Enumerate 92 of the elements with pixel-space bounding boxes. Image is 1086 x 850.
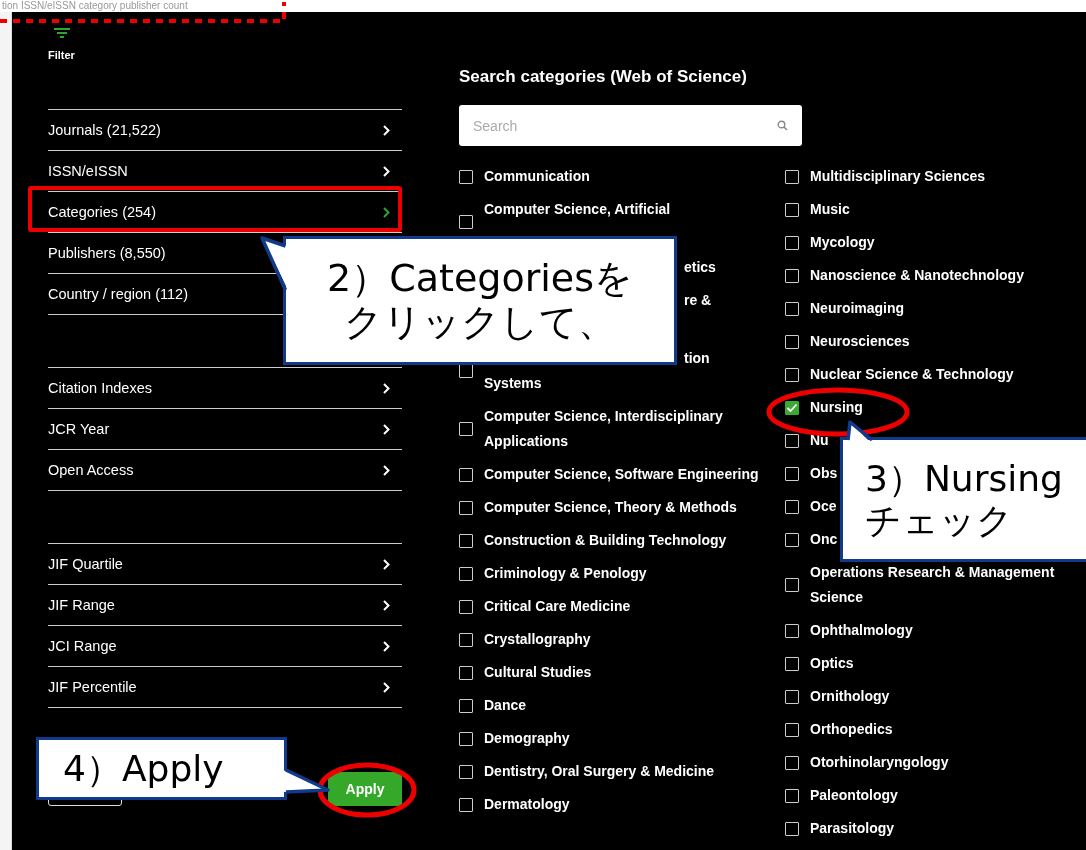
checkbox[interactable]	[459, 599, 473, 614]
checkbox[interactable]	[785, 821, 799, 836]
category-label[interactable]: Criminology & Penology	[484, 561, 647, 586]
search-field[interactable]: Search	[459, 105, 802, 146]
category-label[interactable]: Nu	[810, 428, 829, 453]
checkbox[interactable]	[785, 334, 799, 349]
category-label[interactable]: Nuclear Science & Technology	[810, 362, 1014, 387]
category-label[interactable]: Oce	[810, 494, 837, 519]
checkbox[interactable]	[785, 656, 799, 671]
category-label[interactable]: Orthopedics	[810, 717, 893, 742]
checkbox[interactable]	[459, 698, 473, 713]
checkbox[interactable]	[459, 215, 473, 229]
checkbox[interactable]	[785, 169, 799, 184]
category-label[interactable]: Otorhinolaryngology	[810, 750, 949, 775]
category-label[interactable]: Computer Science, Theory & Methods	[484, 495, 737, 520]
category-label[interactable]: Multidisciplinary Sciences	[810, 164, 986, 189]
checkbox[interactable]	[785, 689, 799, 704]
checkbox[interactable]	[459, 797, 473, 812]
category-label[interactable]: Cultural Studies	[484, 660, 592, 685]
callout-tooltip: 2）Categoriesを クリックして、	[283, 236, 677, 365]
category-label[interactable]: Neurosciences	[810, 329, 910, 354]
category-label[interactable]: Computer Science, Artificial	[484, 197, 671, 222]
filter-menu-item[interactable]: Categories (254)	[48, 192, 402, 233]
checkbox[interactable]	[459, 665, 473, 680]
category-label[interactable]: Ophthalmology	[810, 618, 913, 643]
checkbox[interactable]	[459, 731, 473, 746]
category-label[interactable]: etics	[684, 255, 716, 280]
checkbox[interactable]	[785, 499, 799, 514]
checkbox[interactable]	[785, 367, 799, 382]
filter-menu-item[interactable]: ISSN/eISSN	[48, 151, 402, 192]
callout-pointer	[283, 766, 331, 796]
checkbox[interactable]	[459, 566, 473, 581]
category-label[interactable]: Communication	[484, 164, 590, 189]
category-label[interactable]: Systems	[484, 371, 542, 396]
filter-menu-item[interactable]: JIF Quartile	[48, 544, 402, 585]
category-label[interactable]: Parasitology	[810, 816, 895, 841]
category-label[interactable]: Obs	[810, 461, 838, 486]
checkbox[interactable]	[459, 764, 473, 779]
checkbox[interactable]	[785, 235, 799, 250]
checkbox[interactable]	[459, 467, 473, 482]
category-label[interactable]: Dance	[484, 693, 527, 718]
filter-menu-item[interactable]: Journals (21,522)	[48, 110, 402, 151]
filter-menu-item[interactable]: JIF Range	[48, 585, 402, 626]
category-label[interactable]: Construction & Building Technology	[484, 528, 727, 553]
category-label[interactable]: Nanoscience & Nanotechnology	[810, 263, 1024, 288]
checkbox[interactable]	[785, 202, 799, 217]
filter-label: Filter	[48, 49, 75, 61]
checkbox[interactable]	[459, 533, 473, 548]
category-label[interactable]: Crystallography	[484, 627, 591, 652]
checkbox[interactable]	[785, 466, 799, 481]
filter-menu-item[interactable]: JCI Range	[48, 626, 402, 667]
category-label[interactable]: Optics	[810, 651, 854, 676]
filter-menu-item[interactable]: Open Access	[48, 450, 402, 491]
checkbox[interactable]	[785, 532, 799, 547]
category-label[interactable]: Paleontology	[810, 783, 898, 808]
checkbox[interactable]	[459, 632, 473, 647]
category-label[interactable]: Critical Care Medicine	[484, 594, 631, 619]
checkbox[interactable]	[459, 169, 473, 184]
category-label[interactable]: Dentistry, Oral Surgery & Medicine	[484, 759, 715, 784]
category-label[interactable]: tion	[684, 346, 710, 371]
callout-tooltip: 3）Nursing チェック	[840, 437, 1086, 562]
checkbox[interactable]	[785, 578, 799, 592]
checkbox[interactable]	[459, 422, 473, 436]
search-icon	[777, 120, 788, 131]
category-label[interactable]: Dermatology	[484, 792, 570, 817]
filter-menu-item[interactable]: JCR Year	[48, 409, 402, 450]
checkbox[interactable]	[785, 623, 799, 638]
category-label[interactable]: Neuroimaging	[810, 296, 905, 321]
checkbox[interactable]	[785, 433, 799, 448]
category-label[interactable]: Operations Research & Management Science	[810, 560, 1072, 610]
categories-heading: Search categories (Web of Science)	[459, 67, 747, 87]
filter-menu-item[interactable]: JIF Percentile	[48, 667, 402, 708]
filter-icon[interactable]	[54, 26, 70, 39]
checkbox[interactable]	[785, 788, 799, 803]
category-label[interactable]: Demography	[484, 726, 570, 751]
category-label[interactable]: Mycology	[810, 230, 875, 255]
callout-tooltip: 4）Apply	[36, 737, 287, 800]
checkbox[interactable]	[785, 268, 799, 283]
category-label[interactable]: Computer Science, Interdisciplinary Applications	[484, 404, 769, 454]
category-label[interactable]: Onc	[810, 527, 838, 552]
filter-menu-item[interactable]: Citation Indexes	[48, 368, 402, 409]
checkbox[interactable]	[785, 722, 799, 737]
category-label[interactable]: Nursing	[810, 395, 863, 420]
category-label[interactable]: Music	[810, 197, 850, 222]
checkbox[interactable]	[785, 755, 799, 770]
checkbox[interactable]	[785, 400, 799, 415]
category-label[interactable]: Ornithology	[810, 684, 890, 709]
category-label[interactable]: Computer Science, Software Engineering	[484, 462, 759, 487]
checkbox[interactable]	[785, 301, 799, 316]
page-header-text: tion ISSN/eISSN category publisher count	[2, 0, 188, 12]
category-label[interactable]: re &	[684, 288, 712, 313]
checkbox[interactable]	[459, 500, 473, 515]
